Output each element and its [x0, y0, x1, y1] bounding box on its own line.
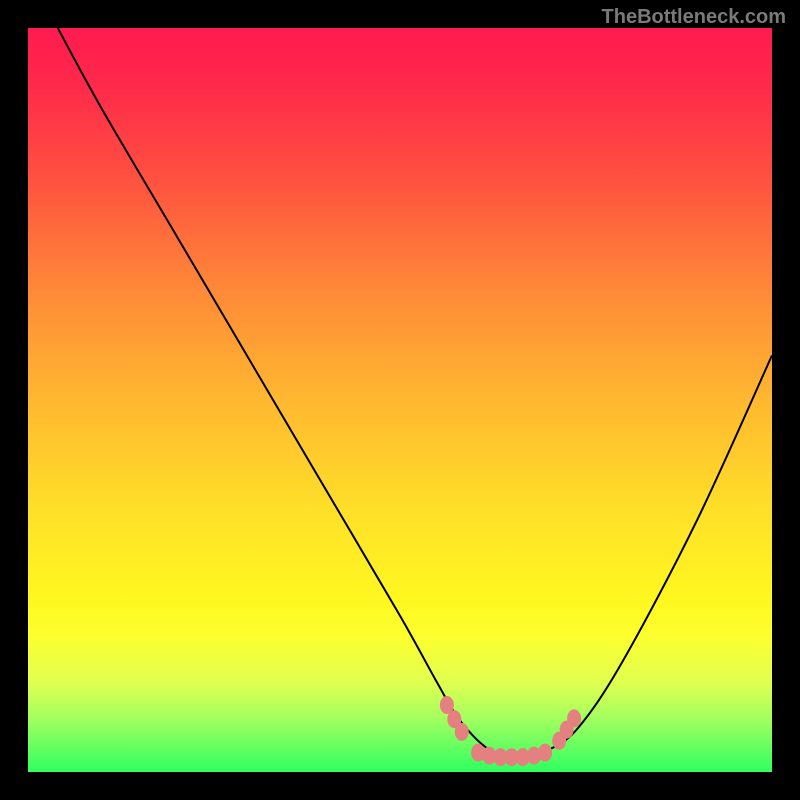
marker-point: [455, 723, 469, 741]
chart-curve: [58, 28, 772, 757]
chart-markers: [440, 696, 581, 766]
chart-svg: [28, 28, 772, 772]
watermark-text: TheBottleneck.com: [602, 6, 786, 29]
chart-container: TheBottleneck.com: [0, 0, 800, 800]
marker-point: [567, 709, 581, 727]
marker-point: [538, 744, 552, 762]
